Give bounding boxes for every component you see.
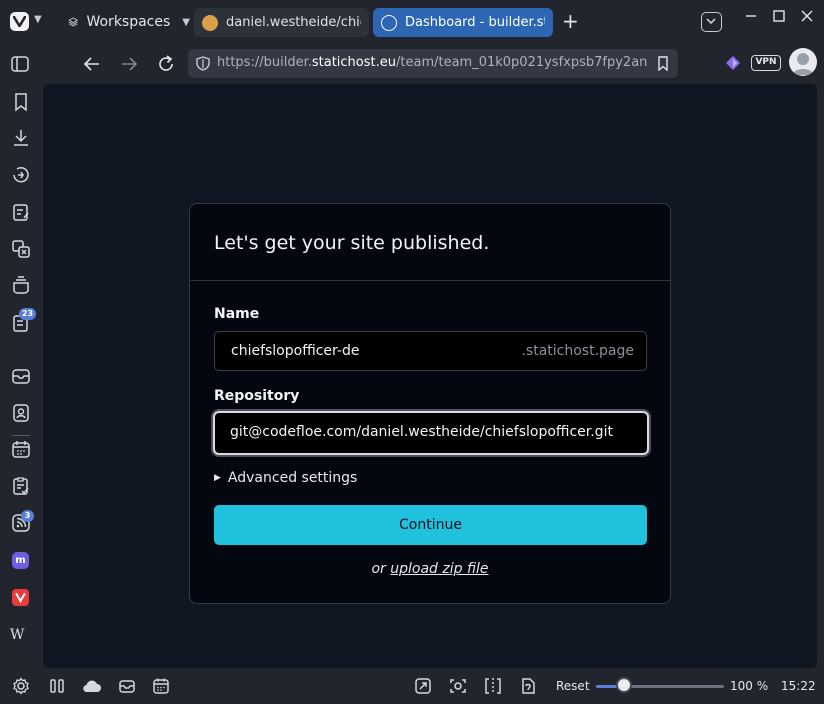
- shield-icon[interactable]: [196, 56, 210, 71]
- page-tiling-icon[interactable]: [414, 677, 432, 695]
- wikipedia-icon[interactable]: W: [10, 627, 24, 643]
- feeds-count-badge: 3: [21, 510, 34, 522]
- upload-alternative: or upload zip file: [190, 561, 670, 577]
- forward-arrow-icon[interactable]: [119, 54, 139, 74]
- status-bar: Reset 100 % 15:22: [0, 668, 824, 704]
- advanced-settings-toggle[interactable]: ▶ Advanced settings: [214, 470, 357, 486]
- back-arrow-icon[interactable]: [82, 54, 102, 74]
- new-tab-plus-icon[interactable]: +: [562, 10, 579, 32]
- publish-site-card: Let's get your site published. Name chie…: [189, 203, 671, 604]
- advanced-settings-label: Advanced settings: [227, 470, 358, 486]
- url-text: https://builder.statichost.eu/team/team_…: [217, 55, 647, 70]
- tab-title: Dashboard - builder.statichost.eu: [405, 15, 545, 30]
- or-text: or: [371, 561, 386, 577]
- mail-icon[interactable]: [118, 677, 136, 695]
- settings-gear-icon[interactable]: [12, 677, 30, 695]
- web-page-viewport: Let's get your site published. Name chie…: [43, 84, 817, 668]
- vpn-badge[interactable]: VPN: [751, 55, 781, 71]
- mail-icon[interactable]: [11, 366, 31, 386]
- tab-bar: ▼ Workspaces ▼ daniel.westheide/chiefslo…: [0, 0, 824, 44]
- domain-suffix: .statichost.page: [521, 343, 634, 359]
- panel-divider: [12, 435, 30, 436]
- sync-cloud-icon[interactable]: [81, 677, 103, 695]
- chevron-down-icon: ▼: [182, 16, 190, 28]
- panel-toggle-icon[interactable]: [10, 54, 30, 74]
- tab-dashboard[interactable]: Dashboard - builder.statichost.eu: [373, 8, 553, 37]
- repository-input[interactable]: git@codefloe.com/daniel.westheide/chiefs…: [213, 411, 649, 455]
- upload-zip-link[interactable]: upload zip file: [390, 561, 488, 577]
- side-panel: 23 3 m W: [0, 84, 42, 668]
- zoom-slider-thumb[interactable]: [616, 677, 633, 693]
- repository-value: git@codefloe.com/daniel.westheide/chiefs…: [230, 424, 613, 440]
- navigation-bar: https://builder.statichost.eu/team/team_…: [0, 44, 824, 84]
- clock: 15:22: [781, 679, 816, 693]
- vivaldi-logo-icon[interactable]: [10, 12, 29, 31]
- reader-view-icon[interactable]: [484, 677, 502, 695]
- contacts-icon[interactable]: [11, 403, 31, 423]
- workspaces-button[interactable]: Workspaces ▼: [60, 7, 190, 37]
- zoom-level: 100 %: [730, 679, 769, 693]
- tab-list-menu-icon[interactable]: [701, 12, 722, 32]
- layers-icon: [68, 17, 79, 27]
- site-name-value: chiefslopofficer-de: [231, 343, 360, 359]
- tasks-icon[interactable]: [11, 476, 31, 496]
- bookmark-icon[interactable]: [657, 56, 669, 71]
- close-window-icon[interactable]: [799, 8, 815, 24]
- address-field[interactable]: https://builder.statichost.eu/team/team_…: [188, 49, 678, 78]
- card-divider: [190, 280, 670, 281]
- downloads-icon[interactable]: [11, 128, 31, 148]
- bookmarks-icon[interactable]: [11, 92, 31, 112]
- reading-list-icon[interactable]: [11, 275, 31, 295]
- zoom-reset-button[interactable]: Reset: [556, 679, 590, 693]
- card-title: Let's get your site published.: [214, 232, 490, 254]
- calendar-icon[interactable]: [152, 677, 170, 695]
- minimize-window-icon[interactable]: [743, 8, 759, 24]
- disclosure-triangle-icon: ▶: [214, 473, 221, 483]
- mastodon-icon[interactable]: m: [12, 552, 29, 569]
- proton-extension-icon[interactable]: [724, 54, 742, 72]
- maximize-window-icon[interactable]: [771, 8, 787, 24]
- history-icon[interactable]: [11, 165, 31, 185]
- notes-count-badge: 23: [19, 308, 36, 320]
- panel-toggle-icon[interactable]: [48, 677, 66, 695]
- name-label: Name: [214, 306, 260, 322]
- notes-icon[interactable]: [11, 202, 31, 222]
- vivaldi-menu-chevron-icon[interactable]: ▼: [34, 14, 42, 25]
- workspaces-label: Workspaces: [86, 14, 171, 30]
- codefloe-favicon-icon: [202, 14, 218, 31]
- calendar-icon[interactable]: [11, 439, 31, 459]
- tab-title: daniel.westheide/chiefslopofficer: [226, 15, 361, 30]
- reload-icon[interactable]: [156, 54, 176, 74]
- user-silhouette-icon: [792, 53, 814, 75]
- statichost-favicon-icon: [381, 14, 397, 31]
- vivaldi-web-panel-icon[interactable]: [12, 589, 29, 606]
- translate-icon[interactable]: [11, 239, 31, 259]
- site-name-input[interactable]: chiefslopofficer-de .statichost.page: [214, 331, 647, 371]
- avatar[interactable]: [789, 48, 817, 76]
- page-actions-icon[interactable]: [519, 677, 537, 695]
- repository-label: Repository: [214, 388, 300, 404]
- capture-icon[interactable]: [449, 677, 467, 695]
- continue-button[interactable]: Continue: [214, 505, 647, 545]
- tab-codefloe[interactable]: daniel.westheide/chiefslopofficer: [194, 8, 369, 37]
